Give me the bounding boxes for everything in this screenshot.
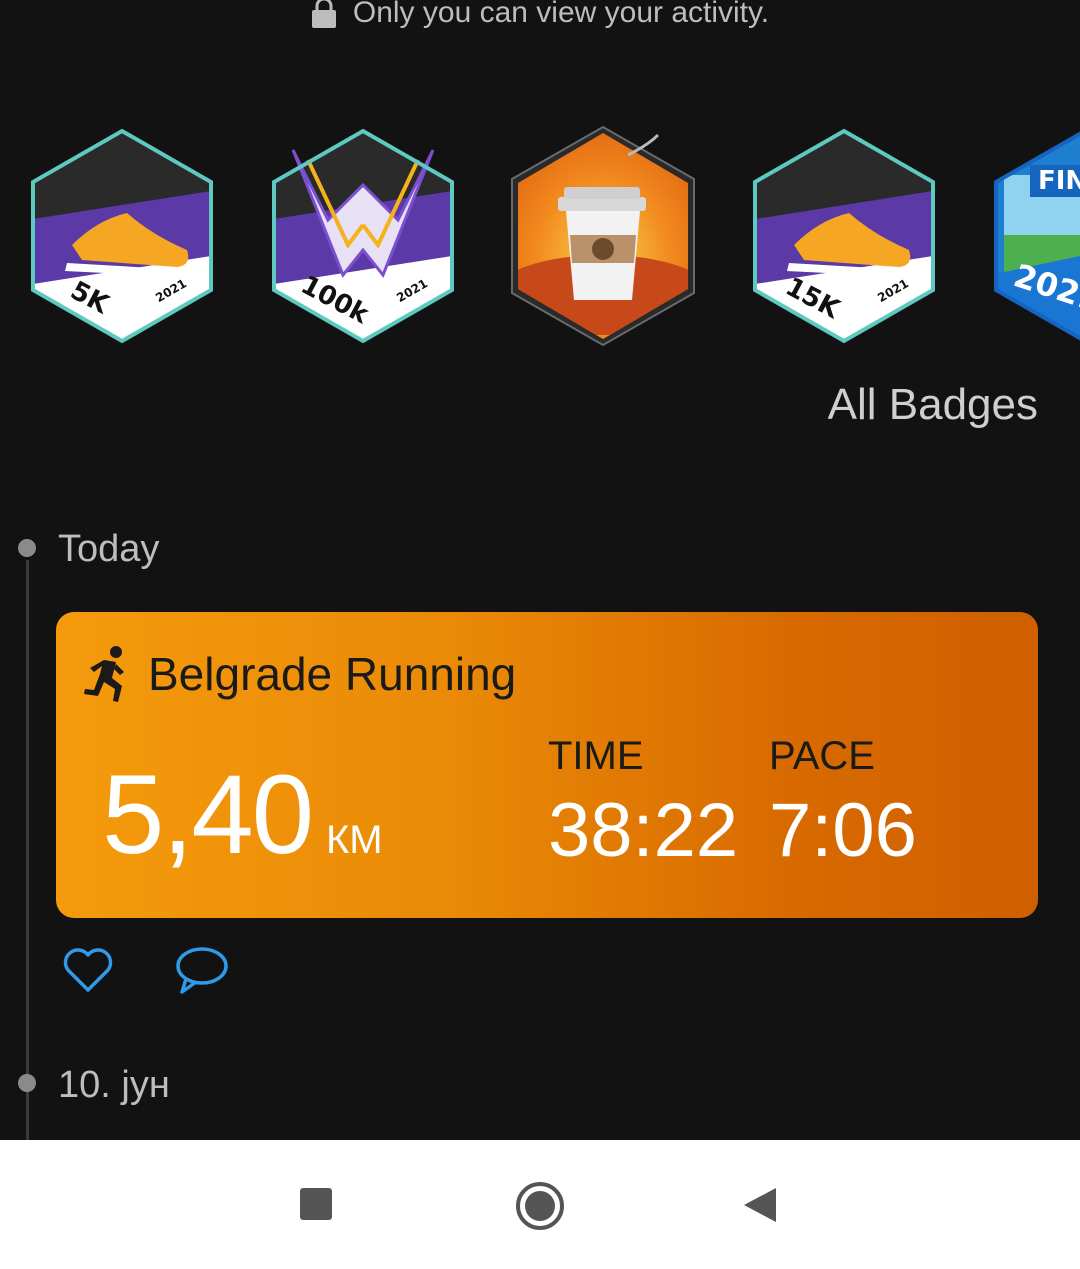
timeline-line [26,560,29,1140]
activity-title-row: Belgrade Running [82,644,516,704]
badge-finish[interactable]: FIN 2021 [990,125,1080,347]
timeline-date-previous: 10. јун [58,1064,170,1106]
all-badges-link[interactable]: All Badges [828,380,1038,430]
back-triangle-icon[interactable] [742,1186,778,1224]
timeline-date-today: Today [58,528,160,570]
pace-label: PACE [769,734,875,778]
time-label: TIME [548,734,644,778]
running-shoe-badge-icon: 5K 2021 [31,128,213,344]
finish-badge-icon: FIN 2021 [994,131,1080,341]
activity-card[interactable]: Belgrade Running 5,40 КМ TIME 38:22 PACE… [56,612,1038,918]
activity-actions [60,942,228,998]
svg-text:FIN: FIN [1038,166,1080,196]
activity-title: Belgrade Running [148,648,517,700]
badge-15k[interactable]: 15K 2021 [749,125,939,347]
time-value: 38:22 [548,788,739,873]
recent-apps-square-icon[interactable] [298,1186,334,1222]
coffee-cup-badge-icon [511,125,695,347]
pace-stat: PACE 7:06 [769,734,917,874]
home-circle-icon[interactable] [514,1180,566,1232]
system-nav-bar [0,1140,1080,1269]
distance-value: 5,40 [102,752,314,877]
running-person-icon [84,646,124,702]
pace-value: 7:06 [769,788,917,873]
lightning-v-badge-icon: 100k 2021 [272,128,454,344]
badges-carousel[interactable]: 5K 2021 100k 2021 15K 2021 FIN 2021 [0,125,1080,355]
comment-icon[interactable] [172,942,228,998]
badge-100k[interactable]: 100k 2021 [268,125,458,347]
activity-distance: 5,40 КМ [102,750,383,879]
badge-5k[interactable]: 5K 2021 [27,125,217,347]
privacy-text: Only you can view your activity. [352,0,770,29]
timeline-dot [18,1074,36,1092]
lock-icon [311,0,336,28]
badge-coffee[interactable] [508,125,698,347]
distance-unit: КМ [325,818,383,862]
timeline-dot [18,539,36,557]
time-stat: TIME 38:22 [548,734,738,874]
heart-icon[interactable] [60,942,116,998]
privacy-notice: Only you can view your activity. [0,0,1080,38]
running-shoe-badge-icon: 15K 2021 [753,128,935,344]
